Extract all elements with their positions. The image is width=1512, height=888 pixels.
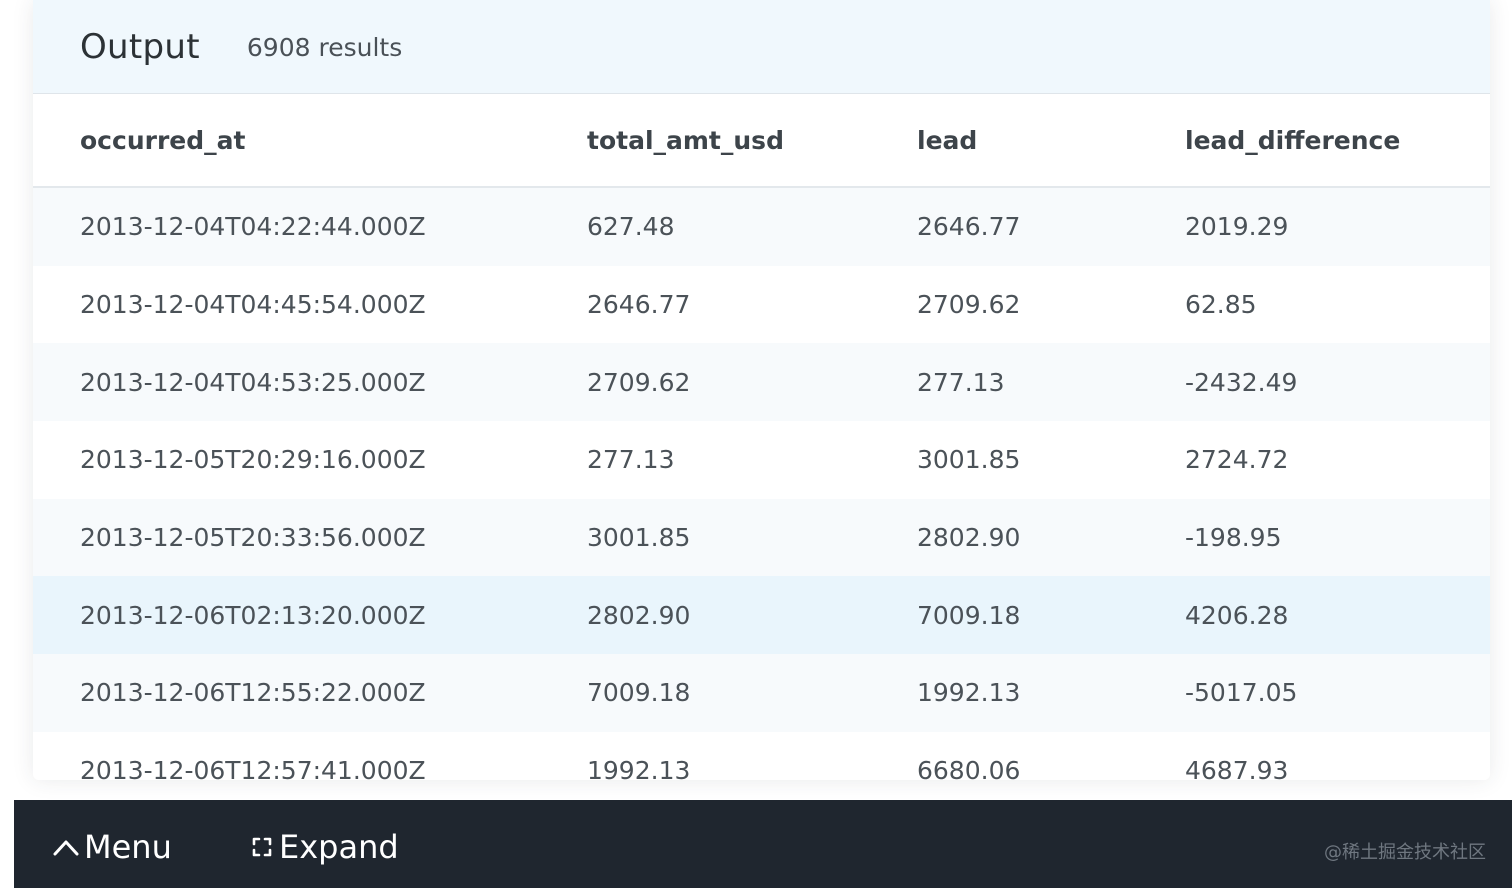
column-header-lead[interactable]: lead [917,94,1185,188]
cell-occurred-at: 2013-12-04T04:53:25.000Z [33,343,587,422]
table-row[interactable]: 2013-12-06T12:57:41.000Z 1992.13 6680.06… [33,731,1490,780]
cell-occurred-at: 2013-12-04T04:22:44.000Z [33,187,587,266]
table-row[interactable]: 2013-12-04T04:45:54.000Z 2646.77 2709.62… [33,265,1490,344]
table-header-row: occurred_at total_amt_usd lead lead_diff… [33,94,1490,188]
output-panel: Output 6908 results occurred_at total_am… [33,0,1490,780]
cell-lead: 2646.77 [917,187,1185,266]
cell-lead: 2802.90 [917,498,1185,577]
cell-lead-difference: -2432.49 [1185,343,1490,422]
cell-lead: 277.13 [917,343,1185,422]
cell-total-amt-usd: 7009.18 [587,654,917,732]
cell-lead-difference: 4687.93 [1185,731,1490,780]
output-header: Output 6908 results [33,0,1490,94]
table-row[interactable]: 2013-12-06T12:55:22.000Z 7009.18 1992.13… [33,654,1490,732]
watermark: @稀土掘金技术社区 [1324,842,1486,863]
cell-lead: 7009.18 [917,576,1185,655]
cell-occurred-at: 2013-12-05T20:33:56.000Z [33,498,587,577]
cell-occurred-at: 2013-12-05T20:29:16.000Z [33,421,587,499]
cell-lead-difference: -198.95 [1185,498,1490,577]
cell-total-amt-usd: 277.13 [587,421,917,499]
cell-occurred-at: 2013-12-06T12:57:41.000Z [33,731,587,780]
cell-total-amt-usd: 2709.62 [587,343,917,422]
cell-total-amt-usd: 1992.13 [587,731,917,780]
cell-lead-difference: -5017.05 [1185,654,1490,732]
output-title: Output [80,26,200,67]
cell-lead-difference: 62.85 [1185,265,1490,344]
expand-button[interactable]: Expand [251,828,399,866]
cell-occurred-at: 2013-12-06T02:13:20.000Z [33,576,587,655]
cell-lead-difference: 2019.29 [1185,187,1490,266]
column-header-occurred-at[interactable]: occurred_at [33,94,587,188]
table-row[interactable]: 2013-12-05T20:29:16.000Z 277.13 3001.85 … [33,421,1490,499]
table-row-highlighted[interactable]: 2013-12-06T02:13:20.000Z 2802.90 7009.18… [33,576,1490,655]
cell-lead-difference: 4206.28 [1185,576,1490,655]
column-header-lead-difference[interactable]: lead_difference [1185,94,1490,188]
menu-button[interactable]: Menu [52,828,172,866]
cell-lead: 6680.06 [917,731,1185,780]
cell-lead: 1992.13 [917,654,1185,732]
results-table: occurred_at total_amt_usd lead lead_diff… [33,94,1490,780]
table-row[interactable]: 2013-12-04T04:22:44.000Z 627.48 2646.77 … [33,187,1490,266]
cell-lead: 3001.85 [917,421,1185,499]
chevron-up-icon [53,840,79,856]
cell-lead-difference: 2724.72 [1185,421,1490,499]
cell-total-amt-usd: 2802.90 [587,576,917,655]
table-row[interactable]: 2013-12-05T20:33:56.000Z 3001.85 2802.90… [33,498,1490,577]
cell-total-amt-usd: 627.48 [587,187,917,266]
bottom-toolbar: Menu Expand @稀土掘金技术社区 [14,800,1512,888]
page: Output 6908 results occurred_at total_am… [0,0,1512,888]
cell-total-amt-usd: 3001.85 [587,498,917,577]
cell-lead: 2709.62 [917,265,1185,344]
table-row[interactable]: 2013-12-04T04:53:25.000Z 2709.62 277.13 … [33,343,1490,422]
cell-occurred-at: 2013-12-04T04:45:54.000Z [33,265,587,344]
result-count: 6908 results [246,33,403,62]
cell-total-amt-usd: 2646.77 [587,265,917,344]
cell-occurred-at: 2013-12-06T12:55:22.000Z [33,654,587,732]
column-header-total-amt-usd[interactable]: total_amt_usd [587,94,917,188]
expand-label: Expand [279,828,399,866]
expand-icon [252,837,272,857]
menu-label: Menu [84,828,172,866]
